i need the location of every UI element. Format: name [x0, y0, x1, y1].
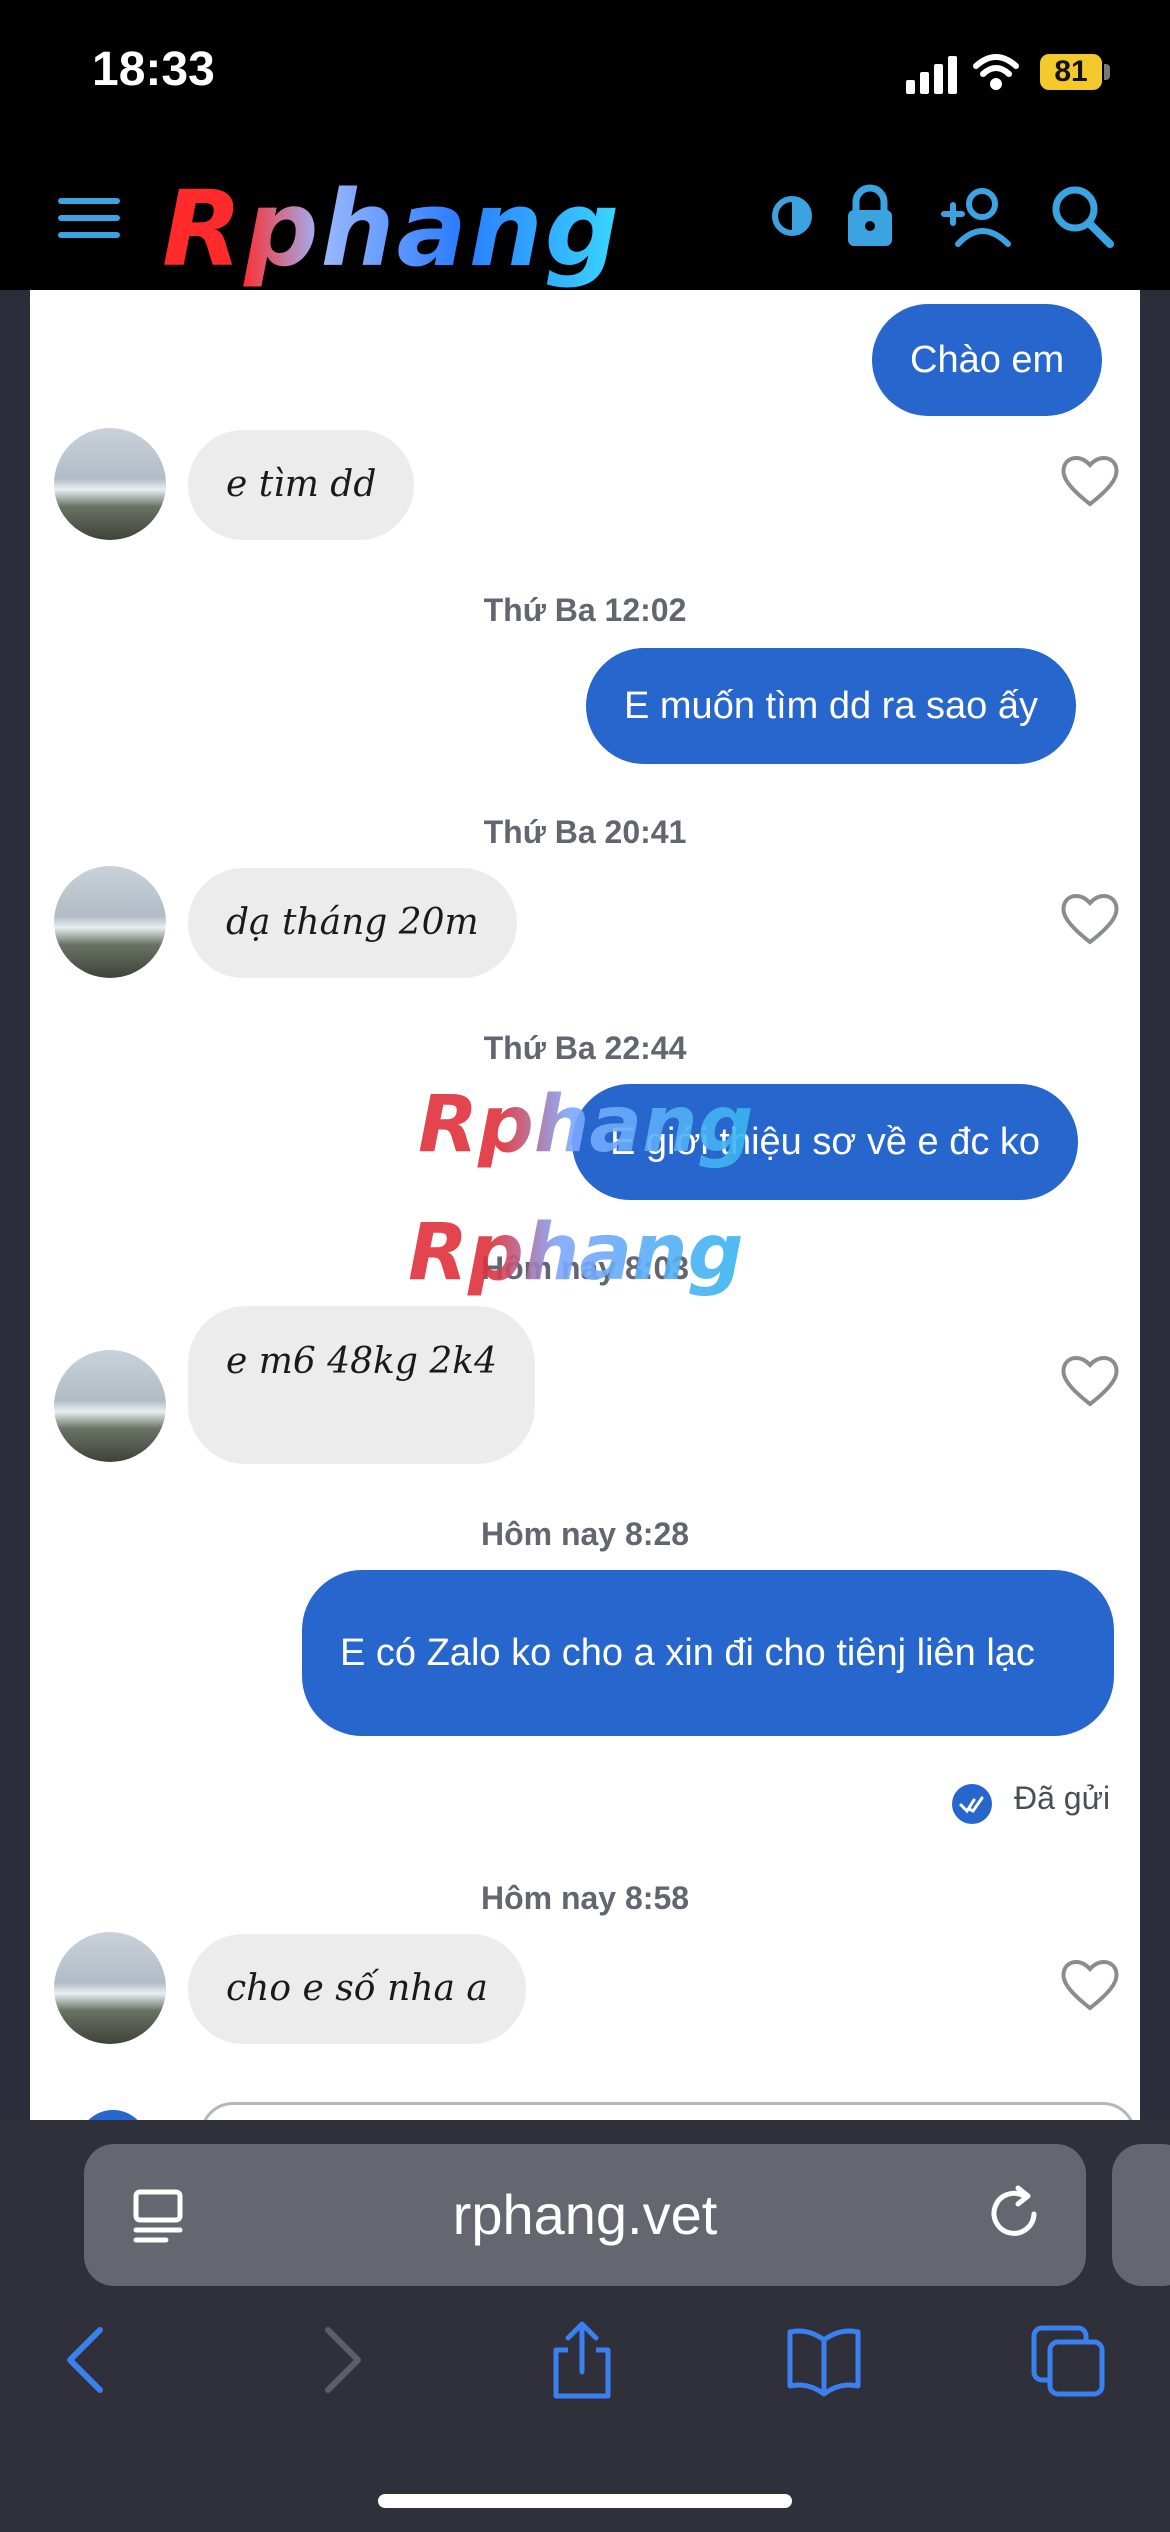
timestamp: Hôm nay 8:58: [480, 1880, 690, 1916]
avatar[interactable]: [54, 1932, 166, 2044]
battery-nub: [1104, 64, 1110, 80]
outgoing-message[interactable]: Chào em: [872, 304, 1103, 416]
address-bar[interactable]: rphang.vet: [84, 2144, 1086, 2286]
avatar[interactable]: [54, 428, 166, 540]
browser-toolbar: rphang.vet: [0, 2120, 1170, 2532]
delivery-status: Đã gửi: [952, 1768, 1110, 1828]
home-indicator[interactable]: [378, 2494, 792, 2508]
site-logo[interactable]: Rphang: [162, 168, 621, 290]
tabs-icon[interactable]: [1030, 2320, 1106, 2400]
cellular-signal-icon: [906, 56, 957, 94]
message-input[interactable]: [200, 2102, 1136, 2120]
timestamp: Thứ Ba 22:44: [483, 1030, 687, 1066]
timestamp: Hôm nay 8:28: [480, 1516, 690, 1552]
reload-icon[interactable]: [984, 2182, 1048, 2246]
status-bar: 18:33 81: [0, 0, 1170, 148]
theme-toggle-icon[interactable]: [754, 178, 830, 254]
sent-label: Đã gửi: [1014, 1779, 1111, 1816]
incoming-message[interactable]: e m6 48kg 2k4: [188, 1306, 535, 1464]
search-icon[interactable]: [1044, 178, 1120, 254]
timestamp: Thứ Ba 20:41: [483, 814, 687, 850]
outgoing-message[interactable]: E muốn tìm dd ra sao ấy: [586, 648, 1076, 764]
site-header: Rphang: [0, 148, 1170, 290]
sent-check-icon: [952, 1784, 992, 1824]
avatar[interactable]: [54, 866, 166, 978]
heart-icon[interactable]: [1060, 890, 1120, 946]
wifi-icon: [973, 54, 1019, 90]
clock: 18:33: [92, 43, 215, 96]
conversation-thread[interactable]: Chào em e tìm dd Thứ Ba 12:02 E muốn tìm…: [30, 290, 1140, 2120]
heart-icon[interactable]: [1060, 1956, 1120, 2012]
add-user-icon[interactable]: [938, 178, 1014, 254]
battery-level: 81: [1040, 54, 1102, 90]
avatar[interactable]: [54, 1350, 166, 1462]
heart-icon[interactable]: [1060, 1352, 1120, 1408]
composer-avatar: [78, 2110, 148, 2120]
watermark-logo: Rphang: [408, 1208, 744, 1298]
timestamp: Thứ Ba 12:02: [483, 592, 687, 628]
incoming-message[interactable]: cho e số nha a: [188, 1934, 526, 2044]
share-icon[interactable]: [544, 2320, 620, 2400]
incoming-message[interactable]: e tìm dd: [188, 430, 415, 540]
outgoing-message[interactable]: E có Zalo ko cho a xin đi cho tiênj liên…: [302, 1570, 1114, 1736]
forward-arrow-icon[interactable]: [302, 2320, 378, 2400]
url-text[interactable]: rphang.vet: [84, 2182, 1086, 2247]
menu-icon[interactable]: [58, 198, 120, 242]
incoming-message[interactable]: dạ tháng 20m: [188, 868, 517, 978]
watermark-logo: Rphang: [418, 1080, 754, 1170]
back-arrow-icon[interactable]: [50, 2320, 126, 2400]
lock-icon[interactable]: [832, 178, 908, 254]
heart-icon[interactable]: [1060, 452, 1120, 508]
next-tab-peek[interactable]: [1112, 2144, 1170, 2286]
bookmarks-icon[interactable]: [786, 2320, 862, 2400]
